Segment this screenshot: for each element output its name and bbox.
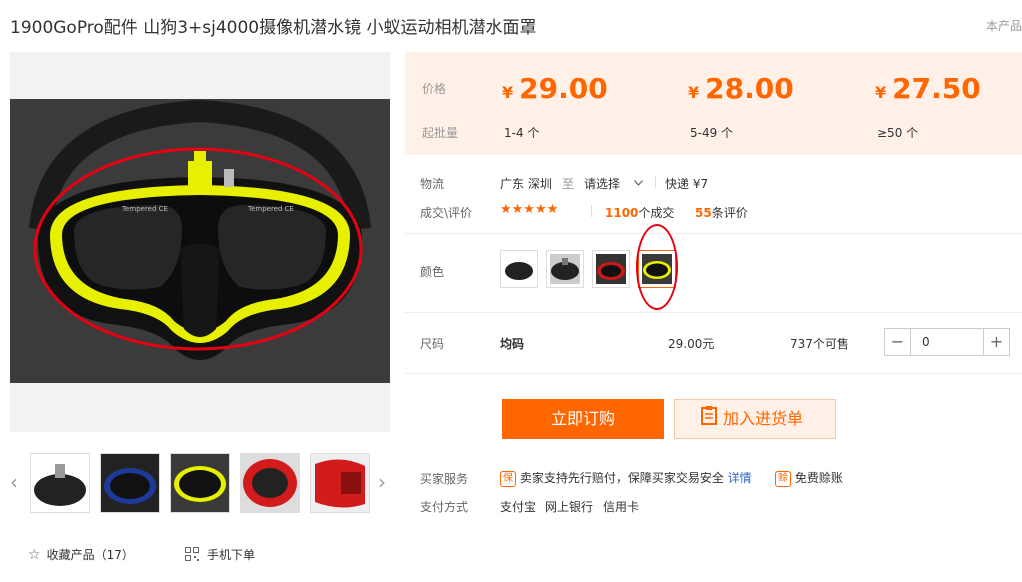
tier-1-range: 1-4 个 <box>504 126 540 140</box>
destination-select[interactable]: 请选择 <box>584 175 643 192</box>
favorite-button[interactable]: ☆ 收藏产品（17） <box>28 546 134 563</box>
size-value: 均码 <box>500 337 525 351</box>
divider <box>405 373 1022 374</box>
mask-label-left: Tempered CE <box>121 205 168 213</box>
thumbnail-5[interactable] <box>310 453 370 513</box>
tier-3-range: ≥50 个 <box>877 126 919 140</box>
color-option-3[interactable] <box>592 250 630 288</box>
add-to-cart-button[interactable]: 加入进货单 <box>674 399 836 439</box>
moq-label: 起批量 <box>422 126 459 140</box>
highlight-circle <box>636 224 678 310</box>
mobile-order-label: 手机下单 <box>207 548 256 562</box>
deal-count[interactable]: 1100个成交 <box>605 204 674 221</box>
tier-price-value: 28.00 <box>705 72 794 105</box>
shipping-fee: 快递 ¥7 <box>665 177 709 191</box>
diving-mask-photo: Tempered CE Tempered CE <box>10 99 390 383</box>
thumbnail-4[interactable] <box>240 453 300 513</box>
tier-2-price: ¥28.00 <box>688 72 794 105</box>
deals-label: 成交\评价 <box>420 206 473 220</box>
logistics-label: 物流 <box>420 177 445 191</box>
credit-text: 免费赊账 <box>794 471 843 485</box>
origin-text: 广东 深圳 <box>500 177 552 191</box>
thumbs-prev-arrow[interactable]: ‹ <box>10 470 18 494</box>
thumbnail-2[interactable] <box>100 453 160 513</box>
destination-select-label: 请选择 <box>584 177 621 191</box>
price-label: 价格 <box>422 82 447 96</box>
deal-count-number: 1100 <box>605 206 639 220</box>
product-title: 1900GoPro配件 山狗3+sj4000摄像机潜水镜 小蚁运动相机潜水面罩 <box>10 18 537 38</box>
quantity-stepper: − + <box>884 328 1010 356</box>
clipboard-icon <box>701 401 717 439</box>
payment-alipay: 支付宝 <box>500 500 537 514</box>
tier-price-value: 27.50 <box>892 72 981 105</box>
currency-symbol: ¥ <box>502 83 514 102</box>
review-count-suffix: 条评价 <box>711 206 748 220</box>
buy-now-button[interactable]: 立即订购 <box>502 399 664 439</box>
guarantee-text: 卖家支持先行赔付，保障买家交易安全 <box>519 471 724 485</box>
tier-2-range: 5-49 个 <box>690 126 734 140</box>
currency-symbol: ¥ <box>688 83 700 102</box>
mask-label-right: Tempered CE <box>247 205 294 213</box>
service-credit: 赊 免费赊账 <box>775 469 843 487</box>
tier-3-price: ¥27.50 <box>875 72 981 105</box>
increase-button[interactable]: + <box>983 329 1009 355</box>
service-label: 买家服务 <box>420 472 469 486</box>
stock-available: 737个可售 <box>790 337 849 351</box>
thumbs-next-arrow[interactable]: › <box>378 470 386 494</box>
star-outline-icon: ☆ <box>28 547 41 563</box>
review-count[interactable]: 55条评价 <box>695 204 748 221</box>
deals-divider <box>591 205 592 217</box>
mobile-order-button[interactable]: 手机下单 <box>185 546 255 564</box>
deal-count-suffix: 个成交 <box>638 206 675 220</box>
color-option-1[interactable] <box>500 250 538 288</box>
divider <box>405 312 1022 313</box>
to-text: 至 <box>562 177 575 191</box>
tier-1-price: ¥29.00 <box>502 72 608 105</box>
add-to-cart-label: 加入进货单 <box>723 409 804 428</box>
rating-stars: ★★★★★ <box>500 202 559 217</box>
tier-price-value: 29.00 <box>519 72 608 105</box>
payment-label: 支付方式 <box>420 500 469 514</box>
chevron-down-icon <box>633 175 643 189</box>
color-option-2[interactable] <box>546 250 584 288</box>
color-label: 颜色 <box>420 265 445 279</box>
thumbnail-3[interactable] <box>170 453 230 513</box>
payment-online-bank: 网上银行 <box>545 500 594 514</box>
main-product-image[interactable]: Tempered CE Tempered CE <box>10 52 390 432</box>
decrease-button[interactable]: − <box>885 329 911 355</box>
payment-credit-card: 信用卡 <box>603 500 640 514</box>
thumbnail-1[interactable] <box>30 453 90 513</box>
guarantee-badge-icon: 保 <box>500 470 516 487</box>
details-link[interactable]: 详情 <box>728 471 752 485</box>
qr-code-icon <box>185 547 199 564</box>
corner-text: 本产品 <box>985 19 1022 33</box>
size-label: 尺码 <box>420 337 445 351</box>
quantity-input[interactable] <box>912 329 982 355</box>
review-count-number: 55 <box>695 206 712 220</box>
favorite-label: 收藏产品（17） <box>46 548 134 562</box>
credit-badge-icon: 赊 <box>775 470 791 487</box>
service-guarantee: 保 卖家支持先行赔付，保障买家交易安全 详情 <box>500 469 752 487</box>
size-price: 29.00元 <box>668 337 715 351</box>
divider <box>405 233 1022 234</box>
currency-symbol: ¥ <box>875 83 887 102</box>
logistics-divider <box>655 176 656 188</box>
